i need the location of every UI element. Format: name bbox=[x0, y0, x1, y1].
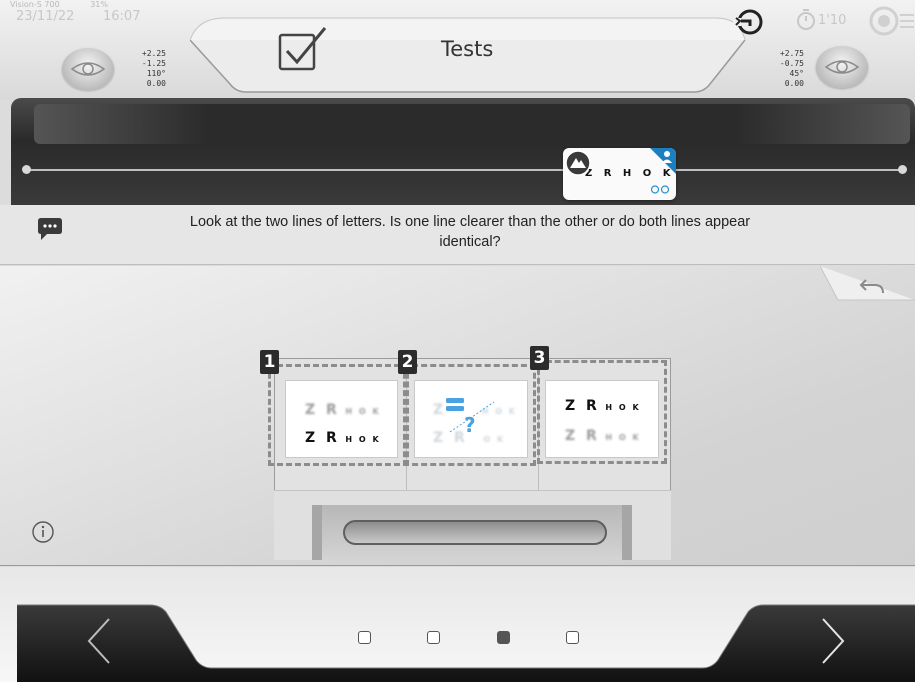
left-eye-icon[interactable] bbox=[62, 48, 114, 90]
option-2-number[interactable]: 2 bbox=[398, 350, 417, 374]
test-timeline bbox=[25, 169, 903, 171]
speech-bubble-icon bbox=[37, 216, 63, 246]
timeline-start-dot bbox=[22, 165, 31, 174]
device-label: Vision-S 700 bbox=[10, 0, 60, 9]
info-icon[interactable] bbox=[31, 520, 55, 548]
question-line-2: identical? bbox=[439, 234, 501, 250]
target-icon[interactable] bbox=[868, 5, 914, 41]
timeline-end-dot bbox=[898, 165, 907, 174]
page-dot-1[interactable] bbox=[358, 631, 371, 644]
option-2-highlight bbox=[403, 364, 536, 466]
chevron-left-icon bbox=[87, 618, 110, 664]
sphere-right: +2.75 bbox=[779, 49, 804, 58]
battery-level: 31% bbox=[90, 0, 108, 9]
mountain-icon bbox=[565, 150, 591, 180]
prev-button[interactable] bbox=[17, 605, 202, 680]
next-button[interactable] bbox=[735, 605, 915, 680]
question-line-1: Look at the two lines of letters. Is one… bbox=[189, 214, 751, 230]
check-box-icon bbox=[278, 25, 328, 77]
cylinder-right: -0.75 bbox=[779, 59, 804, 68]
right-eye-icon[interactable] bbox=[816, 46, 868, 88]
prescription-right: +2.75 -0.75 45° 0.00 bbox=[760, 49, 804, 89]
rings-icon bbox=[650, 185, 670, 194]
addition-right: 0.00 bbox=[784, 79, 804, 88]
page-title: Tests bbox=[441, 37, 494, 61]
chevron-right-icon bbox=[822, 618, 845, 664]
option-1-number[interactable]: 1 bbox=[260, 350, 279, 374]
device-slot bbox=[343, 520, 607, 545]
addition-left: 0.00 bbox=[146, 79, 166, 88]
date-display: 23/11/22 bbox=[16, 9, 75, 24]
display-screen bbox=[34, 104, 910, 144]
stopwatch-icon bbox=[795, 8, 817, 36]
question-text: Look at the two lines of letters. Is one… bbox=[120, 212, 820, 252]
page-dot-4[interactable] bbox=[566, 631, 579, 644]
option-3-number[interactable]: 3 bbox=[530, 346, 549, 370]
axis-left: 110° bbox=[146, 69, 166, 78]
time-display: 16:07 bbox=[103, 9, 141, 24]
timer-display: 1'10 bbox=[818, 13, 847, 28]
axis-right: 45° bbox=[789, 69, 804, 78]
option-1-highlight bbox=[268, 364, 409, 466]
back-arrow-icon[interactable] bbox=[858, 278, 886, 298]
person-icon bbox=[662, 151, 672, 163]
sync-icon[interactable] bbox=[733, 8, 767, 40]
sphere-left: +2.25 bbox=[141, 49, 166, 58]
prescription-left: +2.25 -1.25 110° 0.00 bbox=[124, 49, 166, 89]
option-3-highlight bbox=[537, 360, 667, 464]
page-dot-2[interactable] bbox=[427, 631, 440, 644]
cylinder-left: -1.25 bbox=[141, 59, 166, 68]
page-dot-3[interactable] bbox=[497, 631, 510, 644]
